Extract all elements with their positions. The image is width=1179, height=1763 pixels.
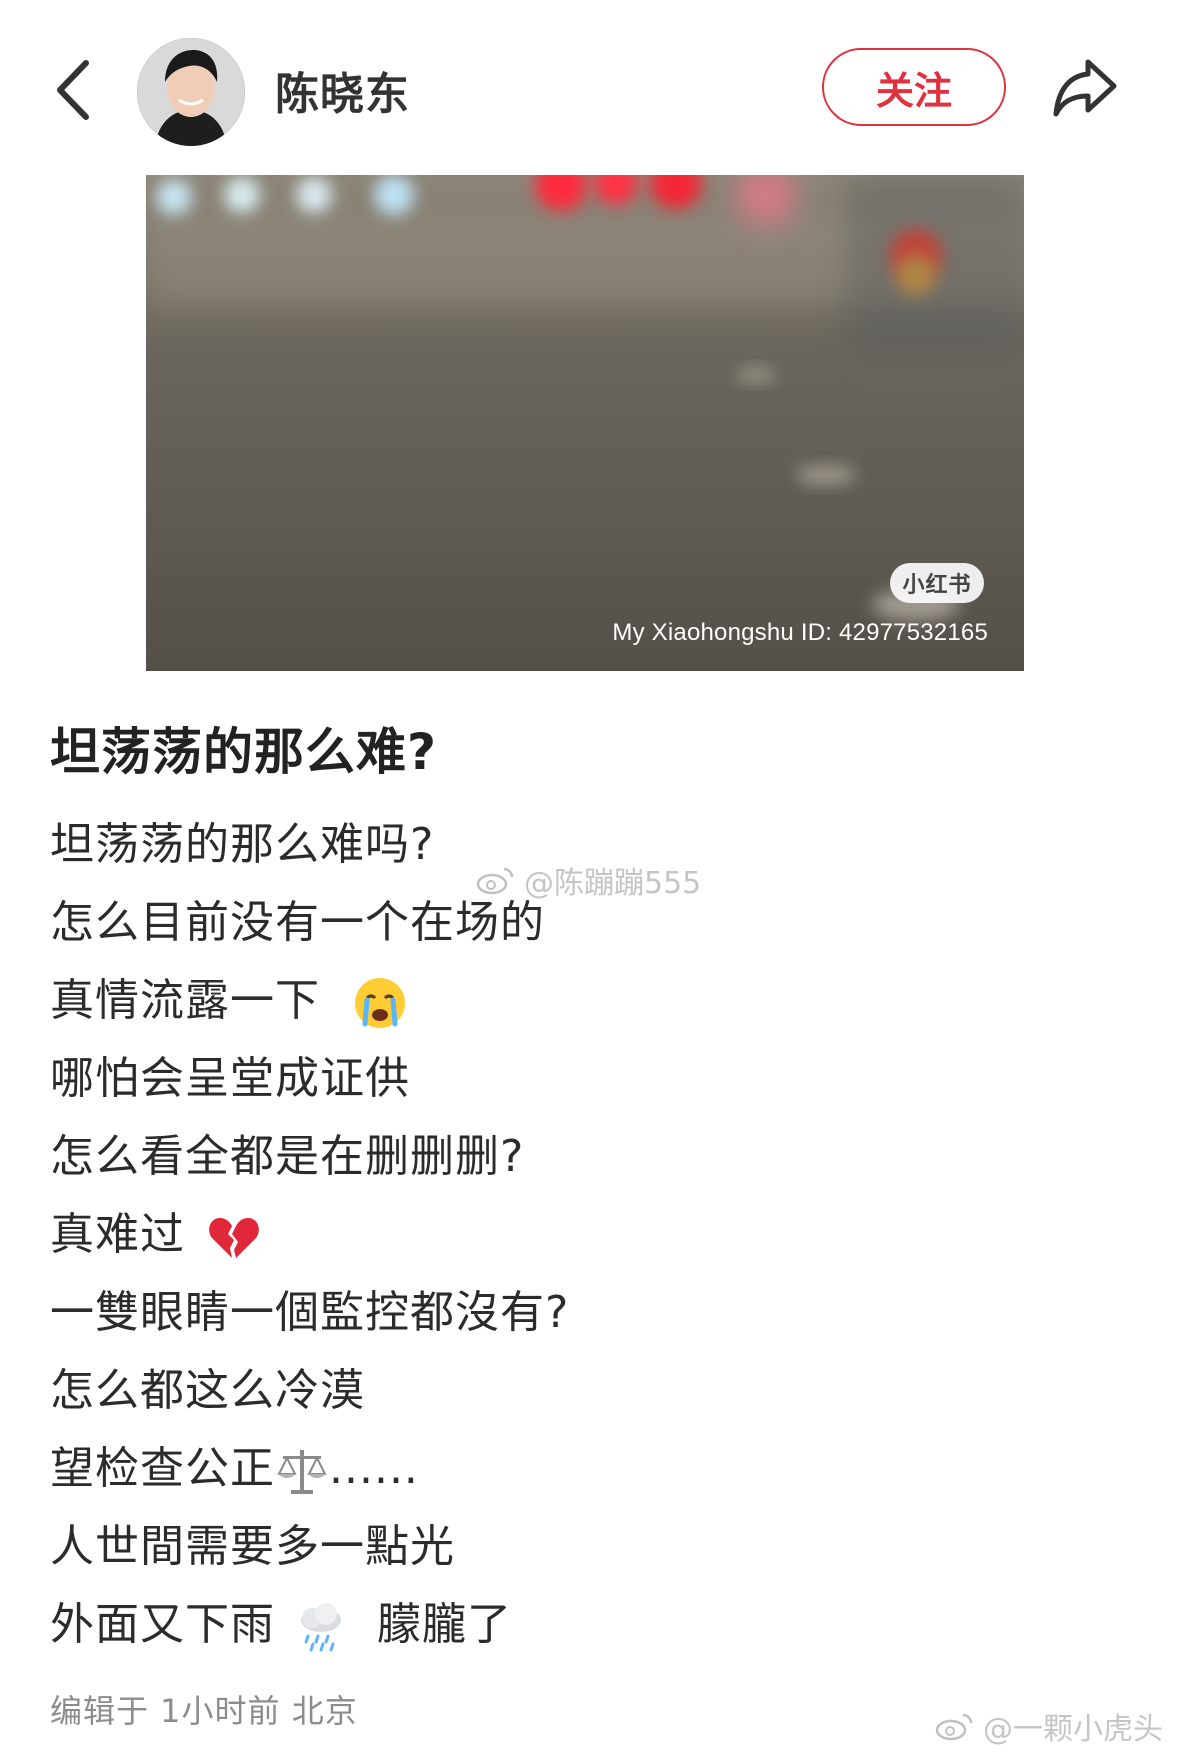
back-button[interactable] xyxy=(48,55,100,125)
body-line-text: 哪怕会呈堂成证供 xyxy=(50,1053,410,1104)
body-line: 怎么看全都是在删删删? xyxy=(50,1118,1130,1196)
post-header: 陈晓东 关注 xyxy=(0,0,1179,180)
crying-face-icon xyxy=(355,978,405,1028)
post-image[interactable]: 小红书 My Xiaohongshu ID: 42977532165 xyxy=(146,175,1024,671)
weibo-watermark: @陈蹦蹦555 xyxy=(476,858,701,902)
rain-cloud-icon xyxy=(301,1603,341,1652)
body-line-text: 外面又下雨 xyxy=(50,1599,275,1650)
username[interactable]: 陈晓东 xyxy=(275,58,410,122)
body-line-ellipsis: ...... xyxy=(329,1443,419,1494)
avatar-image xyxy=(137,38,245,146)
chevron-left-icon xyxy=(57,60,89,120)
xiaohongshu-id-watermark: My Xiaohongshu ID: 42977532165 xyxy=(612,619,988,646)
edit-timestamp-location: 编辑于 1小时前 北京 xyxy=(50,1692,358,1730)
body-line: 怎么都这么冷漠 xyxy=(50,1352,1130,1430)
body-line-text: 真情流露一下 xyxy=(50,975,320,1026)
post-title: 坦荡荡的那么难? xyxy=(50,723,438,781)
body-line-text: 坦荡荡的那么难吗? xyxy=(50,819,435,870)
post-body: 坦荡荡的那么难吗? 怎么目前没有一个在场的 真情流露一下 哪怕会呈堂成证供 怎么… xyxy=(50,806,1130,1664)
body-line-text: 朦朧了 xyxy=(377,1599,512,1650)
weibo-logo-icon xyxy=(935,1713,973,1741)
body-line: 望检查公正 ...... xyxy=(50,1430,1130,1508)
blurred-road-image xyxy=(146,175,1024,671)
share-arrow-icon xyxy=(1053,59,1117,117)
body-line-text: 怎么都这么冷漠 xyxy=(50,1365,365,1416)
weibo-watermark-text: @陈蹦蹦555 xyxy=(524,866,702,901)
body-line-text: 怎么目前没有一个在场的 xyxy=(50,897,545,948)
body-line-text: 望检查公正 xyxy=(50,1443,275,1494)
body-line: 真难过 xyxy=(50,1196,1130,1274)
body-line-text: 一雙眼睛一個監控都沒有? xyxy=(50,1287,570,1338)
share-button[interactable] xyxy=(1048,52,1122,122)
body-line: 哪怕会呈堂成证供 xyxy=(50,1040,1130,1118)
body-line-text: 怎么看全都是在删删删? xyxy=(50,1131,525,1182)
broken-heart-icon xyxy=(209,1218,259,1258)
weibo-watermark: @一颗小虎头 xyxy=(935,1704,1163,1748)
body-line: 一雙眼睛一個監控都沒有? xyxy=(50,1274,1130,1352)
follow-button[interactable]: 关注 xyxy=(822,48,1006,126)
weibo-logo-icon xyxy=(476,867,514,895)
balance-scale-icon xyxy=(277,1450,327,1494)
body-line: 外面又下雨 朦朧了 xyxy=(50,1586,1130,1664)
weibo-watermark-text: @一颗小虎头 xyxy=(983,1712,1163,1747)
xiaohongshu-badge: 小红书 xyxy=(890,563,984,603)
avatar[interactable] xyxy=(137,38,245,146)
body-line-text: 人世間需要多一點光 xyxy=(50,1521,455,1572)
body-line: 真情流露一下 xyxy=(50,962,1130,1040)
body-line: 人世間需要多一點光 xyxy=(50,1508,1130,1586)
body-line-text: 真难过 xyxy=(50,1209,185,1260)
